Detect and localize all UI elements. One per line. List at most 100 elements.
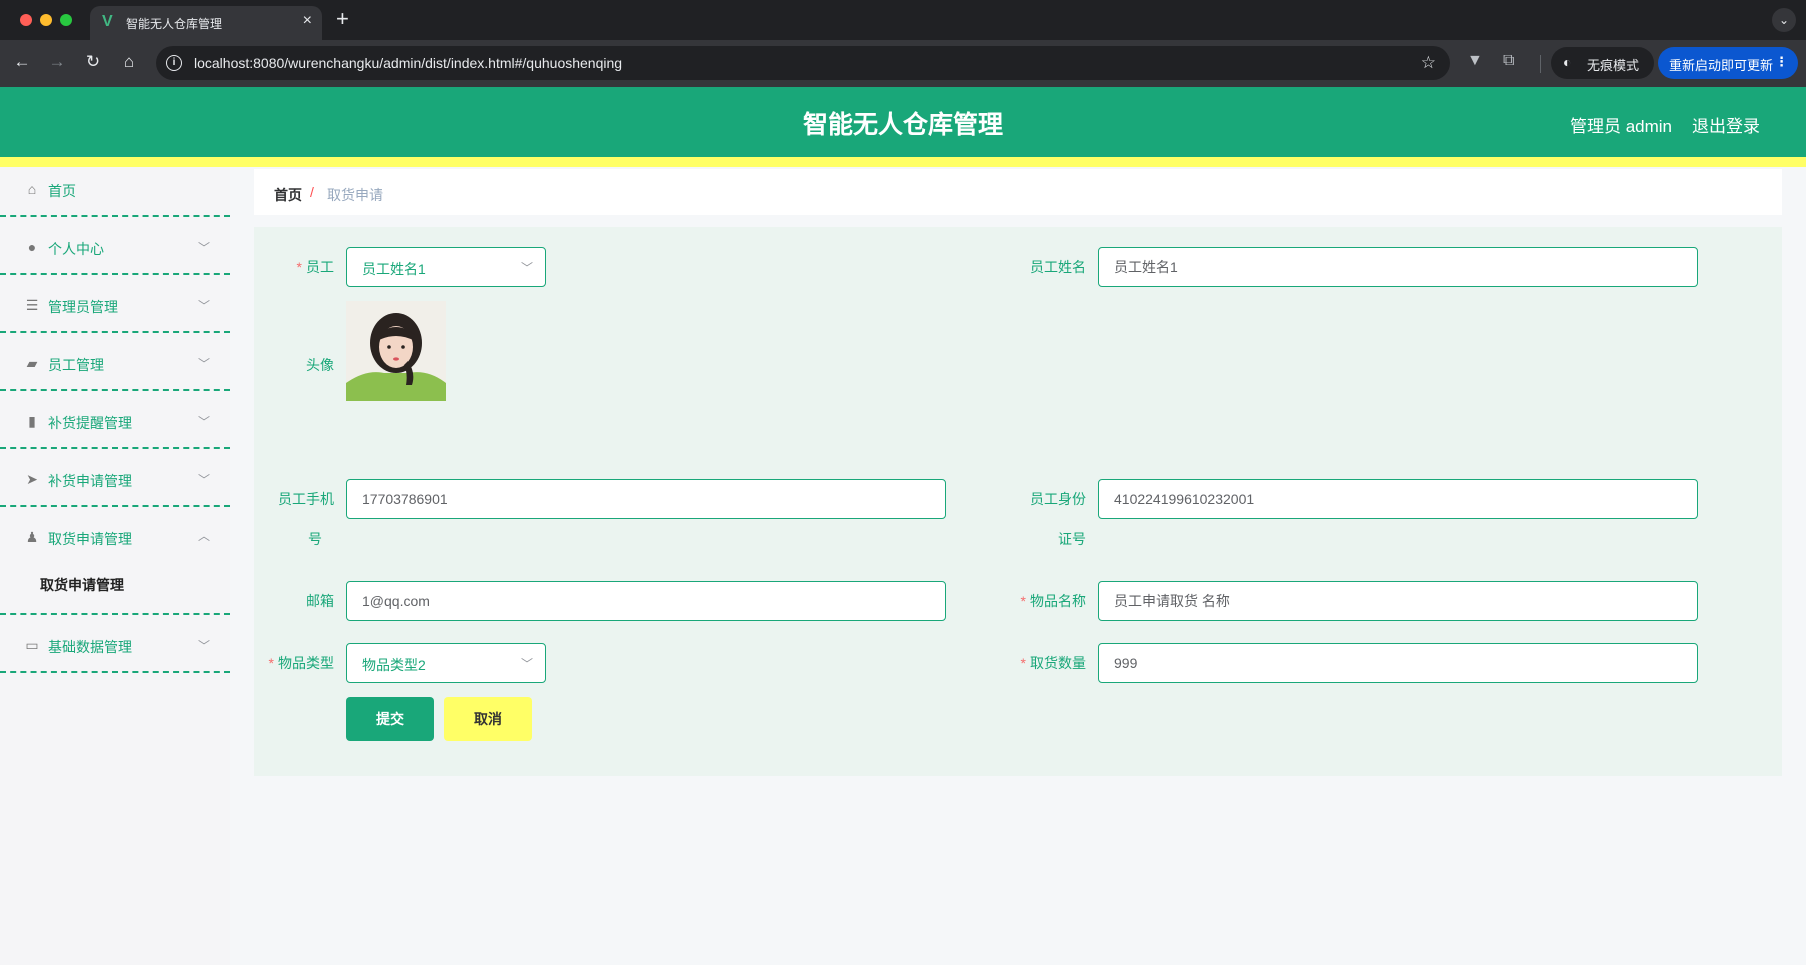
tab-title: 智能无人仓库管理 — [126, 17, 223, 31]
submenu-item-pickup-application[interactable]: 取货申请管理 — [0, 563, 230, 603]
toolbar-divider — [1540, 55, 1541, 73]
email-input[interactable] — [346, 581, 946, 621]
item-type-select-value: 物品类型2 — [362, 657, 426, 673]
home-icon: ⌂ — [27, 181, 37, 197]
list-icon: ☰ — [25, 297, 39, 313]
new-tab-icon[interactable]: + — [336, 6, 349, 32]
sidebar-item-personal-center[interactable]: ● 个人中心 ﹀ — [0, 217, 230, 275]
sidebar-item-employee-management[interactable]: ▰ 员工管理 ﹀ — [0, 333, 230, 391]
employee-select-value: 员工姓名1 — [362, 261, 426, 277]
employee-select[interactable]: 员工姓名1 ﹀ — [346, 247, 546, 287]
sidebar: ⌂ 首页 ● 个人中心 ﹀ ☰ 管理员管理 ﹀ ▰ 员工管理 ﹀ ▮ 补货提醒管… — [0, 167, 230, 965]
employee-phone-label-line2: 号 — [308, 531, 322, 547]
sidebar-item-label: 管理员管理 — [48, 299, 118, 315]
sidebar-item-admin-management[interactable]: ☰ 管理员管理 ﹀ — [0, 275, 230, 333]
employee-label: * 员工 — [296, 259, 334, 275]
chevron-down-icon: ﹀ — [520, 657, 533, 671]
current-user: 管理员 admin — [1569, 117, 1672, 136]
forward-icon[interactable]: → — [45, 52, 69, 72]
cancel-button[interactable]: 取消 — [444, 697, 532, 741]
send-icon: ➤ — [26, 471, 38, 487]
browser-tab[interactable]: V 智能无人仓库管理 × — [90, 6, 322, 40]
user-icon: ● — [27, 239, 37, 255]
window-zoom-button[interactable] — [60, 14, 72, 26]
chevron-down-icon: ﹀ — [198, 415, 211, 429]
info-icon[interactable]: i — [166, 55, 182, 71]
employee-name-label: 员工姓名 — [1030, 259, 1086, 275]
sidebar-item-home[interactable]: ⌂ 首页 — [0, 167, 230, 217]
tab-search-icon[interactable]: ⌄ — [1772, 8, 1796, 32]
chevron-down-icon: ﹀ — [198, 241, 211, 255]
sidebar-item-pickup-application[interactable]: ♟ 取货申请管理 ︿ 取货申请管理 — [0, 507, 230, 615]
chevron-down-icon: ﹀ — [520, 261, 533, 275]
sidebar-item-label: 补货申请管理 — [48, 473, 132, 489]
breadcrumb-separator: / — [310, 184, 314, 200]
sidebar-item-label: 取货申请管理 — [48, 531, 132, 547]
chevron-down-icon: ﹀ — [198, 357, 211, 371]
url-text[interactable]: localhost:8080/wurenchangku/admin/dist/i… — [194, 55, 622, 71]
vue-favicon-icon: V — [102, 13, 113, 30]
pickup-quantity-label: * 取货数量 — [1020, 655, 1086, 671]
stamp-icon: ♟ — [25, 529, 39, 545]
employee-id-card-label-line1: 员工身份 — [1030, 491, 1086, 507]
card-icon: ▭ — [25, 637, 39, 653]
sidebar-item-label: 员工管理 — [48, 357, 104, 373]
employee-phone-label: 员工手机 号 — [254, 479, 334, 559]
sidebar-item-restock-application[interactable]: ➤ 补货申请管理 ﹀ — [0, 449, 230, 507]
item-name-input[interactable] — [1098, 581, 1698, 621]
home-icon[interactable]: ⌂ — [117, 52, 141, 72]
employee-id-card-label-line2: 证号 — [1058, 531, 1086, 547]
sidebar-item-restock-reminder[interactable]: ▮ 补货提醒管理 ﹀ — [0, 391, 230, 449]
chevron-down-icon: ﹀ — [198, 473, 211, 487]
sidebar-item-label: 补货提醒管理 — [48, 415, 132, 431]
submit-button[interactable]: 提交 — [346, 697, 434, 741]
browser-tab-bar: V 智能无人仓库管理 × + ⌄ — [0, 0, 1806, 40]
address-bar[interactable]: i localhost:8080/wurenchangku/admin/dist… — [156, 46, 1450, 80]
employee-phone-label-line1: 员工手机 — [278, 491, 334, 507]
sidebar-item-label: 首页 — [48, 183, 76, 199]
item-type-label: * 物品类型 — [268, 655, 334, 671]
employee-avatar-image — [346, 301, 446, 401]
header-accent-stripe — [0, 157, 1806, 167]
menu-icon: ⋮ — [1775, 54, 1788, 69]
employee-phone-input[interactable] — [346, 479, 946, 519]
chevron-up-icon: ︿ — [198, 529, 211, 543]
incognito-label: 无痕模式 — [1587, 58, 1640, 73]
employee-id-card-label: 员工身份 证号 — [1006, 479, 1086, 559]
employee-id-card-input[interactable] — [1098, 479, 1698, 519]
vue-devtools-icon[interactable]: ▼ — [1467, 52, 1483, 70]
sidebar-item-label: 基础数据管理 — [48, 639, 132, 655]
app-title: 智能无人仓库管理 — [802, 111, 1003, 139]
app-header: 智能无人仓库管理 管理员 admin 退出登录 — [0, 87, 1806, 157]
app-viewport: 智能无人仓库管理 管理员 admin 退出登录 ⌂ 首页 ● 个人中心 ﹀ ☰ … — [0, 87, 1806, 965]
employee-name-input[interactable] — [1098, 247, 1698, 287]
email-label: 邮箱 — [306, 593, 334, 609]
update-button[interactable]: 重新启动即可更新 ⋮ — [1658, 47, 1798, 79]
bar-chart-icon: ▮ — [28, 413, 36, 429]
extension-icon[interactable]: ⧉ — [1503, 52, 1514, 70]
star-icon[interactable]: ☆ — [1421, 53, 1436, 73]
window-close-button[interactable] — [20, 14, 32, 26]
sidebar-item-basic-data[interactable]: ▭ 基础数据管理 ﹀ — [0, 615, 230, 673]
avatar-label: 头像 — [306, 357, 334, 373]
tab-close-icon[interactable]: × — [303, 12, 312, 30]
chevron-down-icon: ﹀ — [198, 639, 211, 653]
pickup-application-form: *员工 员工姓名1 ﹀ 员工姓名 头像 员工手机 号 — [254, 227, 1782, 776]
submenu-item-label: 取货申请管理 — [40, 577, 124, 593]
browser-toolbar: ← → ↻ ⌂ i localhost:8080/wurenchangku/ad… — [0, 40, 1806, 87]
incognito-icon: ◐ — [1563, 54, 1572, 70]
sidebar-item-label: 个人中心 — [48, 241, 104, 257]
window-minimize-button[interactable] — [40, 14, 52, 26]
pickup-quantity-input[interactable] — [1098, 643, 1698, 683]
item-name-label: * 物品名称 — [1020, 593, 1086, 609]
incognito-badge[interactable]: ◐ 无痕模式 — [1551, 47, 1654, 79]
breadcrumb: 首页 / 取货申请 — [254, 169, 1782, 215]
reload-icon[interactable]: ↻ — [81, 52, 105, 72]
back-icon[interactable]: ← — [10, 52, 34, 72]
chevron-down-icon: ﹀ — [198, 299, 211, 313]
item-type-select[interactable]: 物品类型2 ﹀ — [346, 643, 546, 683]
wallet-icon: ▰ — [26, 355, 38, 371]
logout-link[interactable]: 退出登录 — [1692, 112, 1760, 137]
breadcrumb-home[interactable]: 首页 — [274, 185, 302, 205]
update-label: 重新启动即可更新 — [1669, 58, 1774, 73]
